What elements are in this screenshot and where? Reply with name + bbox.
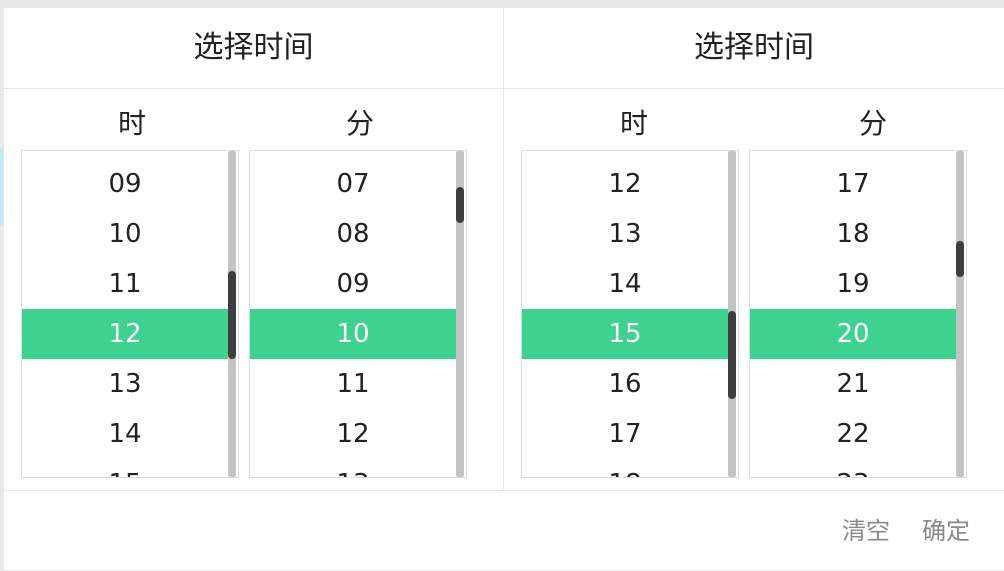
hour-option[interactable]: 15 [22,459,228,477]
panel-title: 选择时间 [4,8,503,89]
minute-option[interactable]: 07 [250,159,456,209]
minute-option[interactable]: 18 [750,209,956,259]
minute-option[interactable]: 12 [250,409,456,459]
clear-button[interactable]: 清空 [842,513,890,549]
minute-column[interactable]: 07 08 09 10 11 12 13 [249,150,467,478]
end-time-panel: 选择时间 时 分 12 13 14 15 16 17 18 [504,8,1004,490]
hour-option[interactable]: 13 [22,359,228,409]
time-range-picker: 选择时间 时 分 09 10 11 12 13 14 15 [4,8,1004,570]
minute-column[interactable]: 17 18 19 20 21 22 23 [749,150,967,478]
hour-option[interactable]: 10 [22,209,228,259]
minute-option-selected[interactable]: 10 [250,309,456,359]
hour-scrollbar[interactable] [228,151,236,477]
picker-footer: 清空 确定 [4,490,1004,571]
hour-option[interactable]: 13 [522,209,728,259]
minute-option[interactable]: 13 [250,459,456,477]
hour-option[interactable]: 14 [22,409,228,459]
panel-title: 选择时间 [504,8,1004,89]
minute-column-label: 分 [345,107,374,140]
minute-scroll-thumb[interactable] [456,187,464,223]
minute-scrollbar[interactable] [456,151,464,477]
minute-scroll-thumb[interactable] [956,241,964,277]
minute-option[interactable]: 08 [250,209,456,259]
minute-option[interactable]: 19 [750,259,956,309]
confirm-button[interactable]: 确定 [922,513,970,549]
minute-scrollbar[interactable] [956,151,964,477]
minute-option[interactable]: 22 [750,409,956,459]
hour-column-label: 时 [117,107,146,140]
hour-option[interactable]: 12 [522,159,728,209]
minute-column-label: 分 [858,107,887,140]
minute-option-selected[interactable]: 20 [750,309,956,359]
left-edge-accent [0,148,3,226]
minute-option[interactable]: 11 [250,359,456,409]
start-time-panel: 选择时间 时 分 09 10 11 12 13 14 15 [4,8,504,490]
minute-option[interactable]: 21 [750,359,956,409]
picker-panels: 选择时间 时 分 09 10 11 12 13 14 15 [4,8,1004,490]
hour-option[interactable]: 18 [522,459,728,477]
hour-column-label: 时 [619,107,648,140]
hour-option[interactable]: 14 [522,259,728,309]
hour-column[interactable]: 12 13 14 15 16 17 18 [521,150,739,478]
minute-option[interactable]: 09 [250,259,456,309]
hour-option-selected[interactable]: 12 [22,309,228,359]
minute-option[interactable]: 17 [750,159,956,209]
hour-scrollbar[interactable] [728,151,736,477]
minute-option[interactable]: 23 [750,459,956,477]
hour-column[interactable]: 09 10 11 12 13 14 15 [21,150,239,478]
hour-scroll-thumb[interactable] [728,311,736,399]
hour-option[interactable]: 17 [522,409,728,459]
hour-option[interactable]: 09 [22,159,228,209]
hour-scroll-thumb[interactable] [228,271,236,359]
hour-option[interactable]: 11 [22,259,228,309]
hour-option[interactable]: 16 [522,359,728,409]
hour-option-selected[interactable]: 15 [522,309,728,359]
